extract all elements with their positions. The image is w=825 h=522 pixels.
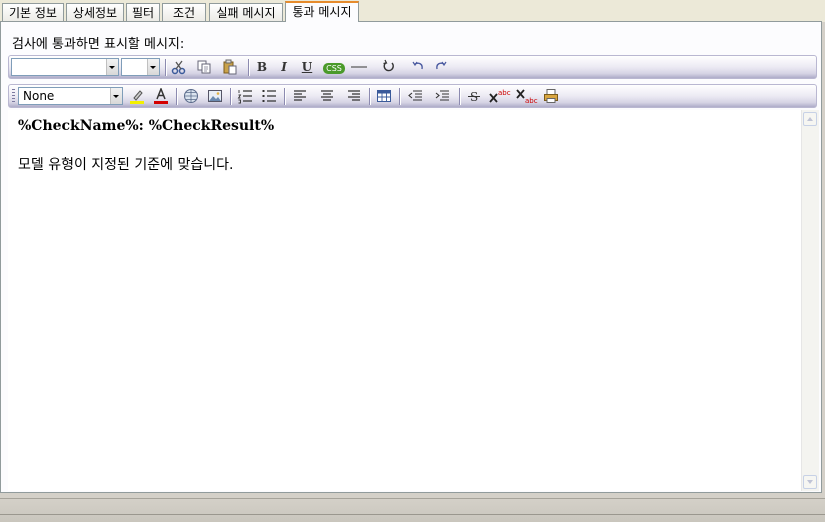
indent-button[interactable] — [433, 88, 451, 105]
font-color-icon — [154, 86, 168, 104]
strikethrough-icon: S — [468, 90, 480, 104]
message-heading[interactable]: %CheckName%: %CheckResult% — [18, 118, 274, 134]
refresh-icon — [383, 59, 394, 72]
align-left-icon — [294, 90, 306, 101]
outdent-icon — [408, 90, 422, 101]
align-center-button[interactable] — [318, 88, 336, 105]
printer-icon — [544, 89, 558, 103]
chevron-down-icon[interactable] — [106, 59, 118, 75]
align-left-button[interactable] — [291, 88, 309, 105]
svg-text:abc: abc — [498, 89, 511, 97]
tab-fail-message[interactable]: 실패 메시지 — [209, 3, 283, 21]
superscript-button[interactable]: abc — [489, 88, 511, 105]
toolbar-divider — [369, 88, 371, 105]
cut-button[interactable] — [170, 59, 188, 76]
undo-icon — [412, 61, 423, 70]
tab-filter[interactable]: 필터 — [126, 3, 160, 21]
scroll-up-icon[interactable] — [803, 112, 817, 126]
font-name-select[interactable] — [11, 58, 119, 76]
toolbar-divider — [459, 88, 461, 105]
svg-text:abc: abc — [525, 97, 538, 104]
globe-link-icon — [184, 89, 198, 103]
copy-icon — [197, 60, 211, 74]
tab-basic-info[interactable]: 기본 정보 — [2, 3, 64, 21]
toolbar-divider — [230, 88, 232, 105]
toolbar-divider — [284, 88, 286, 105]
tab-label: 필터 — [131, 6, 155, 20]
tab-label: 상세정보 — [72, 6, 118, 20]
chevron-down-icon[interactable] — [110, 88, 122, 104]
tab-label: 기본 정보 — [9, 6, 57, 20]
indent-icon — [435, 90, 449, 101]
bold-button[interactable]: B — [253, 59, 271, 76]
style-select[interactable]: None — [18, 87, 123, 105]
font-size-select[interactable] — [121, 58, 160, 76]
insert-image-button[interactable] — [206, 88, 224, 105]
message-body[interactable]: 모델 유형이 지정된 기준에 맞습니다. — [18, 154, 233, 174]
insert-link-button[interactable] — [182, 88, 200, 105]
paste-button[interactable] — [221, 59, 239, 76]
toolbar-divider — [176, 88, 178, 105]
scroll-down-icon[interactable] — [803, 475, 817, 489]
status-divider — [0, 514, 825, 515]
superscript-icon: abc — [489, 89, 511, 103]
subscript-button[interactable]: abc — [516, 88, 538, 105]
italic-button[interactable]: I — [275, 59, 293, 76]
css-badge: CSS — [323, 63, 345, 74]
redo-button[interactable] — [432, 59, 450, 76]
strikethrough-button[interactable]: S — [465, 88, 483, 105]
insert-table-button[interactable] — [375, 88, 393, 105]
copy-button[interactable] — [195, 59, 213, 76]
tab-bar: 기본 정보 상세정보 필터 조건 실패 메시지 통과 메시지 — [0, 0, 825, 22]
chevron-down-icon[interactable] — [147, 59, 159, 75]
numbered-list-icon — [237, 90, 252, 104]
status-bar — [0, 498, 825, 522]
scissors-icon — [171, 60, 186, 75]
font-color-button[interactable] — [152, 86, 170, 105]
print-button[interactable] — [542, 88, 560, 105]
redo-icon — [436, 61, 447, 70]
tab-label: 통과 메시지 — [292, 5, 352, 19]
image-icon — [208, 90, 222, 102]
unordered-list-button[interactable] — [260, 88, 278, 105]
rich-text-editor[interactable]: %CheckName%: %CheckResult% 모델 유형이 지정된 기준… — [8, 110, 802, 491]
ordered-list-button[interactable] — [236, 88, 254, 105]
tab-pass-message[interactable]: 통과 메시지 — [285, 1, 359, 22]
refresh-button[interactable] — [380, 59, 398, 76]
tab-label: 실패 메시지 — [216, 6, 276, 20]
tab-details[interactable]: 상세정보 — [66, 3, 124, 21]
align-center-icon — [321, 90, 333, 101]
tab-condition[interactable]: 조건 — [162, 3, 206, 21]
tab-panel: 검사에 통과하면 표시할 메시지: B I U CSS None S abc a… — [0, 21, 822, 493]
toolbar-divider — [165, 59, 167, 76]
align-right-button[interactable] — [345, 88, 363, 105]
format-toolbar: B I U CSS — [8, 55, 817, 79]
outdent-button[interactable] — [406, 88, 424, 105]
highlight-color-button[interactable] — [128, 88, 146, 105]
paragraph-toolbar: None S abc abc — [8, 84, 817, 108]
toolbar-divider — [248, 59, 250, 76]
table-icon — [377, 90, 391, 102]
underline-button[interactable]: U — [298, 59, 316, 76]
tab-label: 조건 — [172, 6, 196, 20]
subscript-icon: abc — [516, 89, 538, 105]
horizontal-rule-icon — [351, 66, 367, 68]
horizontal-rule-button[interactable] — [350, 59, 368, 76]
align-right-icon — [348, 90, 360, 101]
highlighter-icon — [130, 90, 144, 104]
undo-button[interactable] — [409, 59, 427, 76]
vertical-scrollbar[interactable] — [801, 110, 819, 491]
css-button[interactable]: CSS — [322, 59, 346, 76]
editor-caption: 검사에 통과하면 표시할 메시지: — [12, 37, 185, 52]
toolbar-divider — [399, 88, 401, 105]
toolbar-grip[interactable] — [12, 89, 15, 103]
bullet-list-icon — [262, 90, 276, 102]
paste-icon — [223, 59, 237, 75]
style-value: None — [23, 89, 55, 103]
